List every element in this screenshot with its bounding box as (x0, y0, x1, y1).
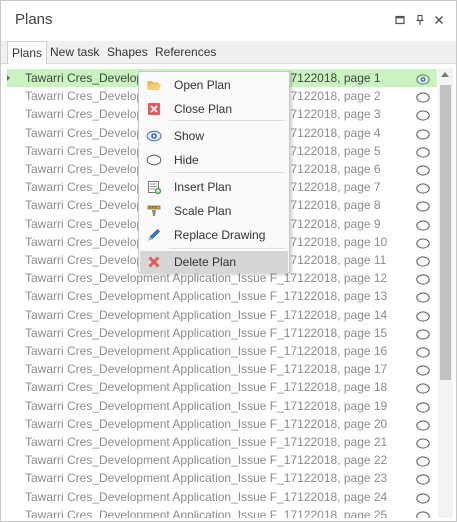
menu-separator (169, 248, 285, 249)
list-item[interactable]: Tawarri Cres_Development Application_Iss… (7, 397, 437, 415)
scroll-thumb[interactable] (440, 85, 451, 380)
eye-hidden-icon[interactable] (416, 145, 430, 158)
list-item-label: Tawarri Cres_Development Application_Iss… (25, 435, 388, 449)
list-item[interactable]: Tawarri Cres_Development Application_Iss… (7, 306, 437, 324)
eye-hidden-icon[interactable] (416, 290, 430, 303)
folder-open-icon (146, 77, 162, 93)
show-menu-item[interactable]: Show (140, 125, 288, 147)
menu-item-label: Delete Plan (174, 255, 237, 269)
menu-separator (169, 172, 285, 173)
menu-item-label: Open Plan (174, 78, 231, 92)
tab-new-task[interactable]: New task (46, 41, 103, 64)
eye-hidden-icon[interactable] (416, 454, 430, 467)
plans-panel: Plans Plans New task Shapes References T… (0, 0, 457, 522)
list-item-label: Tawarri Cres_Development Application_Iss… (25, 362, 388, 377)
list-item[interactable]: Tawarri Cres_Development Application_Iss… (7, 378, 437, 396)
list-item[interactable]: Tawarri Cres_Development Application_Iss… (7, 433, 437, 451)
menu-item-label: Insert Plan (174, 180, 232, 194)
list-item[interactable]: Tawarri Cres_Development Application_Iss… (7, 506, 437, 518)
pencil-icon (146, 227, 162, 243)
list-item-label: Tawarri Cres_Development Application_Iss… (25, 398, 388, 413)
panel-title: Plans (15, 11, 53, 28)
menu-item-label: Replace Drawing (174, 228, 266, 242)
menu-item-label: Close Plan (174, 102, 233, 116)
open-plan-menu-item[interactable]: Open Plan (140, 74, 288, 96)
replace-drawing-menu-item[interactable]: Replace Drawing (140, 224, 288, 246)
eye-hidden-icon[interactable] (416, 272, 430, 285)
expand-arrow-icon[interactable] (7, 74, 10, 82)
scale-plan-icon (146, 203, 162, 219)
eye-hide-icon (146, 152, 162, 168)
list-item[interactable]: Tawarri Cres_Development Application_Iss… (7, 469, 437, 487)
tab-references[interactable]: References (151, 41, 220, 64)
close-plan-icon (146, 101, 162, 117)
close-plan-menu-item[interactable]: Close Plan (140, 98, 288, 120)
list-item[interactable]: Tawarri Cres_Development Application_Iss… (7, 324, 437, 342)
scroll-up-arrow-icon[interactable] (441, 72, 449, 77)
list-item[interactable]: Tawarri Cres_Development Application_Iss… (7, 451, 437, 469)
eye-hidden-icon[interactable] (416, 181, 430, 194)
eye-hidden-icon[interactable] (416, 236, 430, 249)
list-item[interactable]: Tawarri Cres_Development Application_Iss… (7, 342, 437, 360)
eye-hidden-icon[interactable] (416, 218, 430, 231)
list-item-label: Tawarri Cres_Development Application_Iss… (25, 471, 388, 486)
scale-plan-menu-item[interactable]: Scale Plan (140, 200, 288, 222)
menu-item-label: Scale Plan (174, 204, 232, 218)
list-item-label: Tawarri Cres_Development Application_Iss… (25, 325, 388, 340)
maximize-icon[interactable] (394, 14, 406, 26)
eye-hidden-icon[interactable] (416, 400, 430, 413)
delete-x-icon (146, 254, 162, 270)
list-item[interactable]: Tawarri Cres_Development Application_Iss… (7, 415, 437, 433)
context-menu: Open Plan Close Plan Show Hide Insert Plan Sc… (138, 71, 290, 273)
tab-shapes[interactable]: Shapes (103, 41, 152, 64)
list-item[interactable]: Tawarri Cres_Development Application_Iss… (7, 360, 437, 378)
close-icon[interactable] (433, 14, 445, 26)
menu-separator (169, 120, 285, 121)
list-item[interactable]: Tawarri Cres_Development Application_Iss… (7, 488, 437, 506)
panel-tabbar: Plans New task Shapes References (1, 41, 456, 65)
eye-hidden-icon[interactable] (416, 108, 430, 121)
list-item-label: Tawarri Cres_Development Application_Iss… (25, 289, 388, 304)
eye-hidden-icon[interactable] (416, 199, 430, 212)
list-item-label: Tawarri Cres_Development Application_Iss… (25, 344, 388, 358)
eye-hidden-icon[interactable] (416, 472, 430, 485)
eye-visible-icon[interactable] (416, 72, 430, 85)
tab-plans[interactable]: Plans (7, 41, 48, 65)
menu-item-label: Hide (174, 153, 199, 167)
eye-hidden-icon[interactable] (416, 327, 430, 340)
eye-hidden-icon[interactable] (416, 90, 430, 103)
insert-plan-menu-item[interactable]: Insert Plan (140, 176, 288, 198)
menu-item-label: Show (174, 129, 205, 143)
eye-hidden-icon[interactable] (416, 127, 430, 140)
vertical-scrollbar[interactable] (438, 68, 453, 518)
eye-hidden-icon[interactable] (416, 436, 430, 449)
list-item-label: Tawarri Cres_Development Application_Iss… (25, 453, 388, 468)
panel-titlebar: Plans (1, 1, 456, 39)
delete-plan-menu-item[interactable]: Delete Plan (140, 251, 288, 273)
list-item-label: Tawarri Cres_Development Application_Iss… (25, 416, 388, 431)
list-item[interactable]: Tawarri Cres_Development Application_Iss… (7, 287, 437, 305)
eye-hidden-icon[interactable] (416, 163, 430, 176)
eye-hidden-icon[interactable] (416, 345, 430, 358)
list-item-label: Tawarri Cres_Development Application_Iss… (25, 507, 388, 518)
eye-hidden-icon[interactable] (416, 418, 430, 431)
list-item-label: Tawarri Cres_Development Application_Iss… (25, 380, 388, 395)
list-item-label: Tawarri Cres_Development Application_Iss… (25, 307, 388, 322)
eye-hidden-icon[interactable] (416, 491, 430, 504)
hide-menu-item[interactable]: Hide (140, 149, 288, 171)
eye-hidden-icon[interactable] (416, 363, 430, 376)
insert-plan-icon (146, 179, 162, 195)
eye-hidden-icon[interactable] (416, 254, 430, 267)
pin-icon[interactable] (414, 14, 426, 26)
eye-hidden-icon[interactable] (416, 381, 430, 394)
eye-hidden-icon[interactable] (416, 309, 430, 322)
eye-show-icon (146, 128, 162, 144)
list-item-label: Tawarri Cres_Development Application_Iss… (25, 489, 388, 504)
eye-hidden-icon[interactable] (416, 509, 430, 518)
